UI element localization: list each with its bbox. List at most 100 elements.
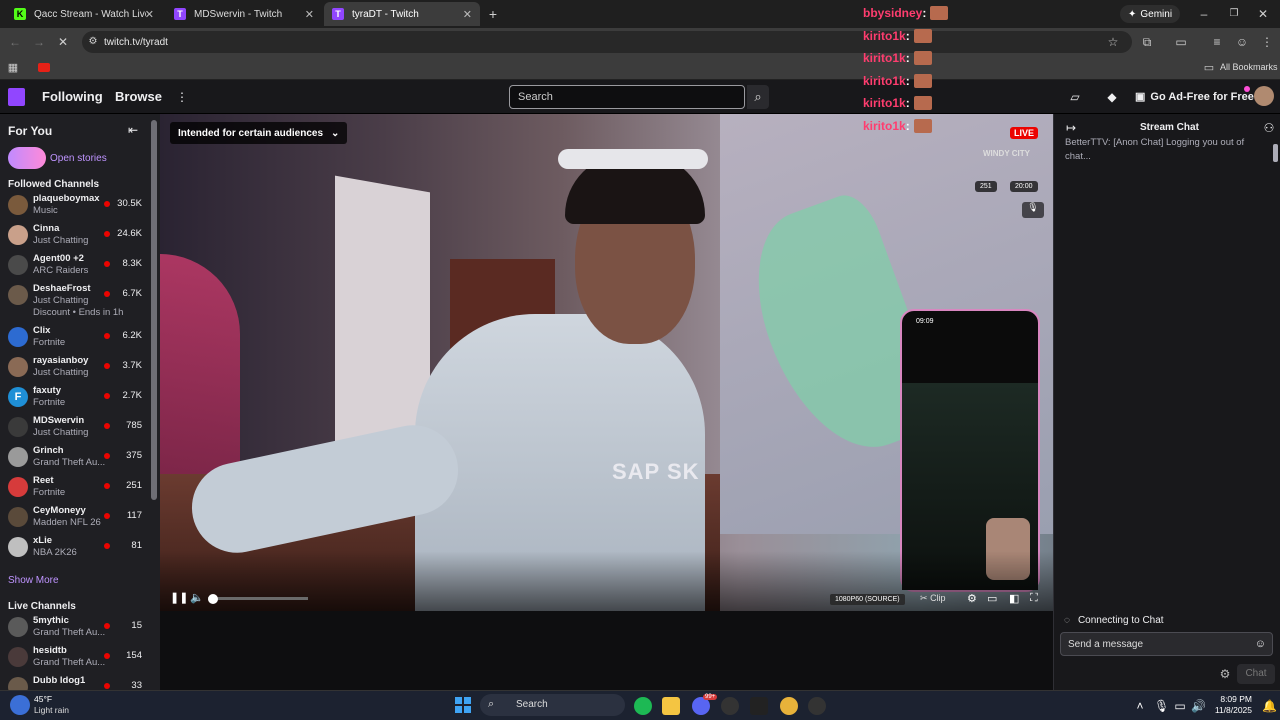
menu-icon[interactable]: ⋮ [1260,35,1274,49]
sidebar-channel-row[interactable]: Dubb ldog1 33 [0,672,150,690]
steam-icon[interactable] [721,697,739,715]
forward-icon[interactable]: → [32,35,46,49]
tab-kick[interactable]: K Qacc Stream - Watch Live on K ✕ [6,2,162,26]
sidebar-channel-row[interactable]: Reet Fortnite 251 [0,472,150,502]
back-icon[interactable]: ← [8,35,22,49]
sidebar-channel-row[interactable]: Grinch Grand Theft Au... 375 [0,442,150,472]
sidebar-channel-row[interactable]: Cinna Just Chatting 24.6K [0,220,150,250]
network-icon[interactable]: ▭ [1173,699,1187,713]
overlay-chat-line: kirito1k : [863,118,932,133]
show-more-link[interactable]: Show More [8,575,59,586]
epic-games-icon[interactable] [750,697,768,715]
avatar [8,285,28,305]
tab-mdswervin[interactable]: T MDSwervin - Twitch ✕ [166,2,322,26]
chat-message-input[interactable]: Send a message ☺ [1060,632,1273,656]
window-close-icon[interactable]: ✕ [1256,7,1270,21]
taskbar-search[interactable]: ⌕ Search [480,694,625,716]
collapse-sidebar-icon[interactable]: ⇤ [126,123,140,137]
avatar [8,357,28,377]
minimize-icon[interactable]: – [1197,7,1211,21]
all-bookmarks-link[interactable]: All Bookmarks [1220,62,1278,72]
bookmark-star-icon[interactable]: ☆ [1106,35,1120,49]
mic-icon[interactable]: 🎙 [1154,699,1169,713]
video-player[interactable]: SAP SK 09:09 Intended for certain audien… [160,114,1053,611]
gemini-button[interactable]: ✦ Gemini [1120,5,1181,23]
chat-scrollbar[interactable] [1273,144,1278,162]
new-tab-icon[interactable]: + [486,7,500,21]
spotify-icon[interactable] [634,697,652,715]
viewer-count: 15 [131,620,142,631]
avatar [8,477,28,497]
sidebar-channel-row[interactable]: 5mythic Grand Theft Au... 15 [0,612,150,642]
youtube-icon[interactable] [38,63,50,72]
sidebar-toggle-icon[interactable]: ◧ [1009,592,1019,605]
stories-avatars[interactable] [8,147,46,169]
sidebar-channel-row[interactable]: xLie NBA 2K26 81 [0,532,150,562]
live-dot [104,543,110,549]
chrome-icon[interactable] [780,697,798,715]
search-icon[interactable]: ⌕ [747,85,769,109]
sidebar-channel-row[interactable]: DeshaeFrost Just Chatting 6.7K Discount • E… [0,280,150,318]
avatar[interactable] [1254,86,1274,106]
volume-icon[interactable]: 🔊 [1191,699,1206,713]
audience-warning-button[interactable]: Intended for certain audiences ⌄ [170,122,348,144]
collapse-chat-icon[interactable]: ↦ [1064,121,1078,135]
app-icon[interactable] [808,697,826,715]
sidebar-channel-row[interactable]: rayasianboy Just Chatting 3.7K [0,352,150,382]
theatre-mode-icon[interactable]: ▭ [987,592,997,605]
twitch-logo-icon[interactable] [8,88,25,106]
live-dot [104,333,110,339]
volume-slider-handle[interactable] [208,594,218,604]
apps-grid-icon[interactable]: ▦ [6,61,20,75]
inbox-icon[interactable]: ▱ [1068,90,1082,104]
tab-tyradt[interactable]: T tyraDT - Twitch ✕ [324,2,480,26]
chat-title: Stream Chat [1140,122,1199,133]
tab-title: Qacc Stream - Watch Live on K [34,8,146,20]
stop-loading-icon[interactable]: ✕ [56,35,70,49]
clip-button[interactable]: ✂ Clip [920,593,946,604]
file-explorer-icon[interactable] [662,697,680,715]
sidebar-channel-row[interactable]: Ffaxuty Fortnite 2.7K [0,382,150,412]
viewer-count: 24.6K [117,228,142,239]
sidebar-channel-row[interactable]: hesidtb Grand Theft Au... 154 [0,642,150,672]
settings-gear-icon[interactable]: ⚙ [967,592,977,605]
live-dot [104,683,110,689]
media-icon[interactable]: ≡ [1210,35,1224,49]
cast-icon[interactable]: ▭ [1174,35,1188,49]
sidebar-channel-row[interactable]: MDSwervin Just Chatting 785 [0,412,150,442]
site-info-icon[interactable]: ⚙ [86,35,100,49]
maximize-icon[interactable]: ❐ [1227,7,1241,21]
more-icon[interactable]: ⋮ [175,90,189,104]
close-icon[interactable]: ✕ [463,8,472,21]
following-link[interactable]: Following [42,89,103,104]
volume-slider[interactable] [208,597,308,600]
bits-icon[interactable]: ◆ [1105,90,1119,104]
chat-send-button[interactable]: Chat [1237,664,1275,684]
notifications-icon[interactable]: 🔔 [1262,699,1277,713]
clock-time: 8:09 PM [1220,694,1252,704]
url-field[interactable]: ⚙ twitch.tv/tyradt ☆ [82,31,1132,53]
fullscreen-icon[interactable]: ⛶ [1030,592,1038,605]
weather-icon[interactable] [10,695,30,715]
ad-free-button[interactable]: ▣ Go Ad-Free for Free [1135,90,1254,104]
tray-chevron-icon[interactable]: ˄ [1133,699,1147,713]
extensions-icon[interactable]: ⧉ [1140,35,1154,49]
search-input[interactable]: Search [509,85,745,109]
pause-icon[interactable]: ❚❚ [170,591,188,604]
overlay-chat-line: kirito1k : [863,28,932,43]
sidebar-channel-row[interactable]: CeyMoneyy Madden NFL 26 117 [0,502,150,532]
sidebar-channel-row[interactable]: Clix Fortnite 6.2K [0,322,150,352]
users-icon[interactable]: ⚇ [1262,121,1276,135]
sidebar-channel-row[interactable]: Agent00 +2 ARC Raiders 8.3K [0,250,150,280]
browse-link[interactable]: Browse [115,89,162,104]
emote-picker-icon[interactable]: ☺ [1255,638,1266,650]
windows-start-icon[interactable] [455,697,471,713]
sidebar-scrollbar[interactable] [151,120,157,500]
volume-muted-icon[interactable]: 🔈 [190,591,204,604]
sidebar-channel-row[interactable]: plaqueboymax Music 30.5K [0,190,150,220]
close-icon[interactable]: ✕ [145,8,154,21]
chat-settings-icon[interactable]: ⚙ [1218,667,1232,681]
profile-icon[interactable]: ☺ [1235,35,1249,49]
open-stories-link[interactable]: Open stories [50,153,107,164]
close-icon[interactable]: ✕ [305,8,314,21]
